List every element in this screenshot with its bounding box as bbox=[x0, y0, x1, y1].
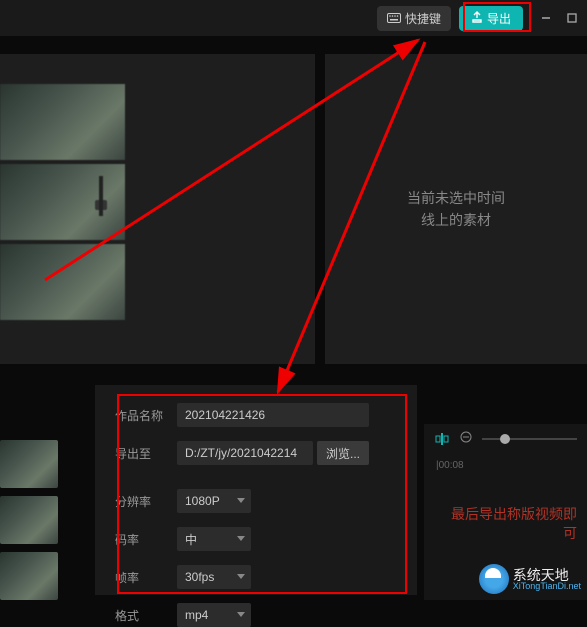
window-controls bbox=[539, 11, 579, 25]
clip-thumbnail[interactable] bbox=[0, 552, 58, 600]
empty-line-2: 线上的素材 bbox=[407, 209, 505, 231]
maximize-button[interactable] bbox=[565, 11, 579, 25]
timeline-toolbar bbox=[424, 424, 587, 454]
format-label: 格式 bbox=[115, 607, 177, 624]
thumbnail[interactable] bbox=[0, 244, 125, 320]
watermark-logo: 系统天地 XiTongTianDi.net bbox=[479, 564, 581, 594]
empty-selection-message: 当前未选中时间 线上的素材 bbox=[407, 187, 505, 232]
project-name-label: 作品名称 bbox=[115, 407, 177, 424]
timeline-align-icon[interactable] bbox=[434, 431, 450, 447]
watermark-site-name: 系统天地 bbox=[513, 568, 581, 582]
keyboard-icon bbox=[387, 13, 401, 23]
clip-thumbnail[interactable] bbox=[0, 440, 58, 488]
thumbnail[interactable] bbox=[0, 84, 125, 160]
project-name-input[interactable] bbox=[177, 403, 369, 427]
export-path-input[interactable] bbox=[177, 441, 313, 465]
thumbnail-strip bbox=[0, 84, 125, 324]
preview-panel: 当前未选中时间 线上的素材 bbox=[325, 54, 587, 364]
timeline-ruler-tick: |00:08 bbox=[424, 460, 587, 471]
empty-line-1: 当前未选中时间 bbox=[407, 187, 505, 209]
export-dialog: 作品名称 导出至 浏览... 分辨率 1080P 码率 中 帧率 30fps 格… bbox=[95, 385, 417, 595]
shortcuts-button[interactable]: 快捷键 bbox=[377, 6, 451, 31]
format-select[interactable]: mp4 bbox=[177, 603, 251, 627]
zoom-slider[interactable] bbox=[482, 438, 577, 440]
fps-select[interactable]: 30fps bbox=[177, 565, 251, 589]
clip-thumbnail[interactable] bbox=[0, 496, 58, 544]
bitrate-label: 码率 bbox=[115, 531, 177, 548]
zoom-out-icon[interactable] bbox=[460, 430, 472, 448]
resolution-select[interactable]: 1080P bbox=[177, 489, 251, 513]
media-panel bbox=[0, 54, 315, 364]
thumbnail[interactable] bbox=[0, 164, 125, 240]
annotation-highlight-export bbox=[463, 2, 531, 32]
annotation-text: 最后导出称版视频即 可 bbox=[451, 505, 577, 544]
resolution-label: 分辨率 bbox=[115, 493, 177, 510]
browse-button[interactable]: 浏览... bbox=[317, 441, 369, 465]
fps-label: 帧率 bbox=[115, 569, 177, 586]
export-path-label: 导出至 bbox=[115, 445, 177, 462]
minimize-button[interactable] bbox=[539, 11, 553, 25]
logo-icon bbox=[479, 564, 509, 594]
timeline-clips-left bbox=[0, 440, 58, 608]
watermark-site-url: XiTongTianDi.net bbox=[513, 582, 581, 591]
bitrate-select[interactable]: 中 bbox=[177, 527, 251, 551]
shortcuts-label: 快捷键 bbox=[405, 10, 441, 27]
